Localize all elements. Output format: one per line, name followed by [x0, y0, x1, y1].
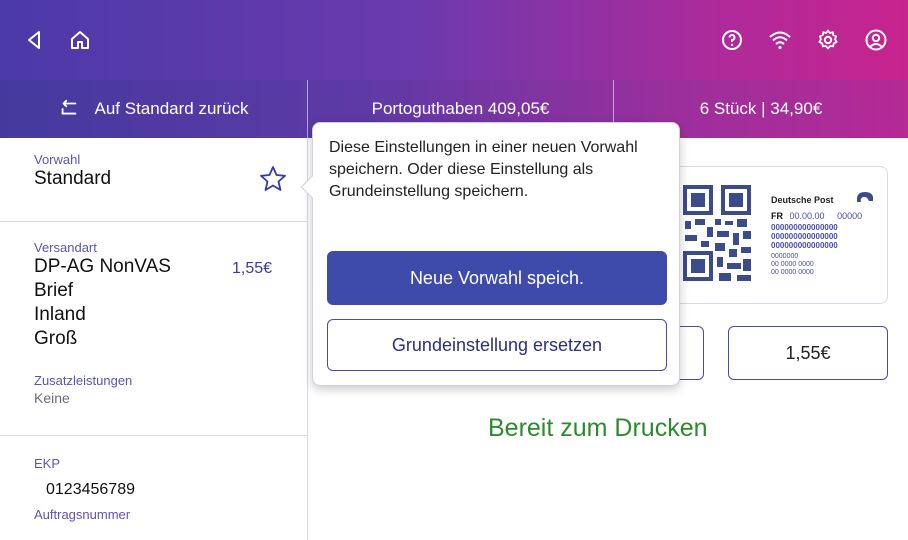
settings-icon[interactable] [816, 28, 840, 52]
stamp-date: 00.00.00 [789, 211, 825, 221]
extras-value: Keine [34, 390, 70, 406]
help-icon[interactable] [720, 28, 744, 52]
home-icon[interactable] [68, 28, 92, 52]
stamp-small-block: 0000000 00 0000 0000 00 0000 0000 [771, 253, 814, 277]
top-bar-right [696, 28, 888, 52]
shipping-size: Groß [34, 328, 78, 349]
star-icon[interactable] [258, 164, 288, 194]
account-icon[interactable] [864, 28, 888, 52]
reset-to-standard-button[interactable]: Auf Standard zurück [0, 80, 308, 138]
stamp-small-line: 00 0000 0000 [771, 261, 814, 268]
save-new-preset-label: Neue Vorwahl speich. [409, 267, 585, 288]
stamp-franking-line: FR 00.00.00 00000 [771, 211, 862, 221]
stamp-country: FR [771, 211, 783, 221]
ekp-section[interactable]: EKP 0123456789 Auftragsnummer [0, 436, 307, 522]
postage-value-button[interactable]: 1,55€ [728, 326, 888, 380]
save-preset-popover: Diese Einstellungen in einer neuen Vorwa… [300, 122, 680, 386]
order-number-label: Auftragsnummer [34, 507, 131, 522]
undo-arrow-icon [58, 98, 80, 120]
piece-count-label: 6 Stück | 34,90€ [699, 99, 823, 118]
post-horn-icon [855, 189, 875, 205]
stamp-small-line: 0000000 [771, 253, 799, 260]
postage-value-label: 1,55€ [785, 342, 831, 363]
stamp-line: 000000000000000 [771, 232, 838, 241]
stamp-brand: Deutsche Post [771, 195, 834, 205]
stamp-code: 00000 [837, 211, 863, 221]
save-new-preset-button[interactable]: Neue Vorwahl speich. [327, 251, 667, 305]
extras-label: Zusatzleistungen [34, 373, 133, 388]
top-bar-left [22, 28, 114, 52]
shipping-type: Brief [34, 280, 74, 301]
ekp-value: 0123456789 [46, 481, 135, 498]
qr-code-icon [681, 183, 753, 283]
reset-to-standard-label: Auf Standard zurück [94, 99, 249, 118]
ekp-label: EKP [34, 456, 61, 471]
shipping-price: 1,55€ [232, 260, 273, 277]
back-icon[interactable] [22, 28, 46, 52]
preset-section[interactable]: Vorwahl Standard [0, 138, 307, 222]
popover-message: Diese Einstellungen in einer neuen Vorwa… [329, 139, 638, 200]
stamp-small-line: 00 0000 0000 [771, 269, 814, 276]
wifi-icon[interactable] [768, 28, 792, 52]
shipping-region: Inland [34, 304, 86, 325]
top-bar [0, 0, 908, 80]
stamp-number-block: 000000000000000 000000000000000 00000000… [771, 223, 838, 250]
settings-sidebar: Vorwahl Standard Versandart DP-AG NonVAS… [0, 138, 308, 540]
stamp-line: 000000000000000 [771, 223, 838, 232]
shipping-section[interactable]: Versandart DP-AG NonVAS 1,55€ Brief Inla… [0, 222, 307, 436]
stamp-preview: Deutsche Post FR 00.00.00 00000 00000000… [660, 166, 888, 304]
replace-default-label: Grundeinstellung ersetzen [391, 334, 603, 355]
shipping-label: Versandart [34, 240, 97, 255]
postage-credit-label: Portoguthaben 409,05€ [371, 99, 550, 118]
replace-default-button[interactable]: Grundeinstellung ersetzen [327, 319, 667, 371]
status-message: Bereit zum Drucken [488, 414, 708, 442]
stamp-line: 000000000000000 [771, 241, 838, 250]
